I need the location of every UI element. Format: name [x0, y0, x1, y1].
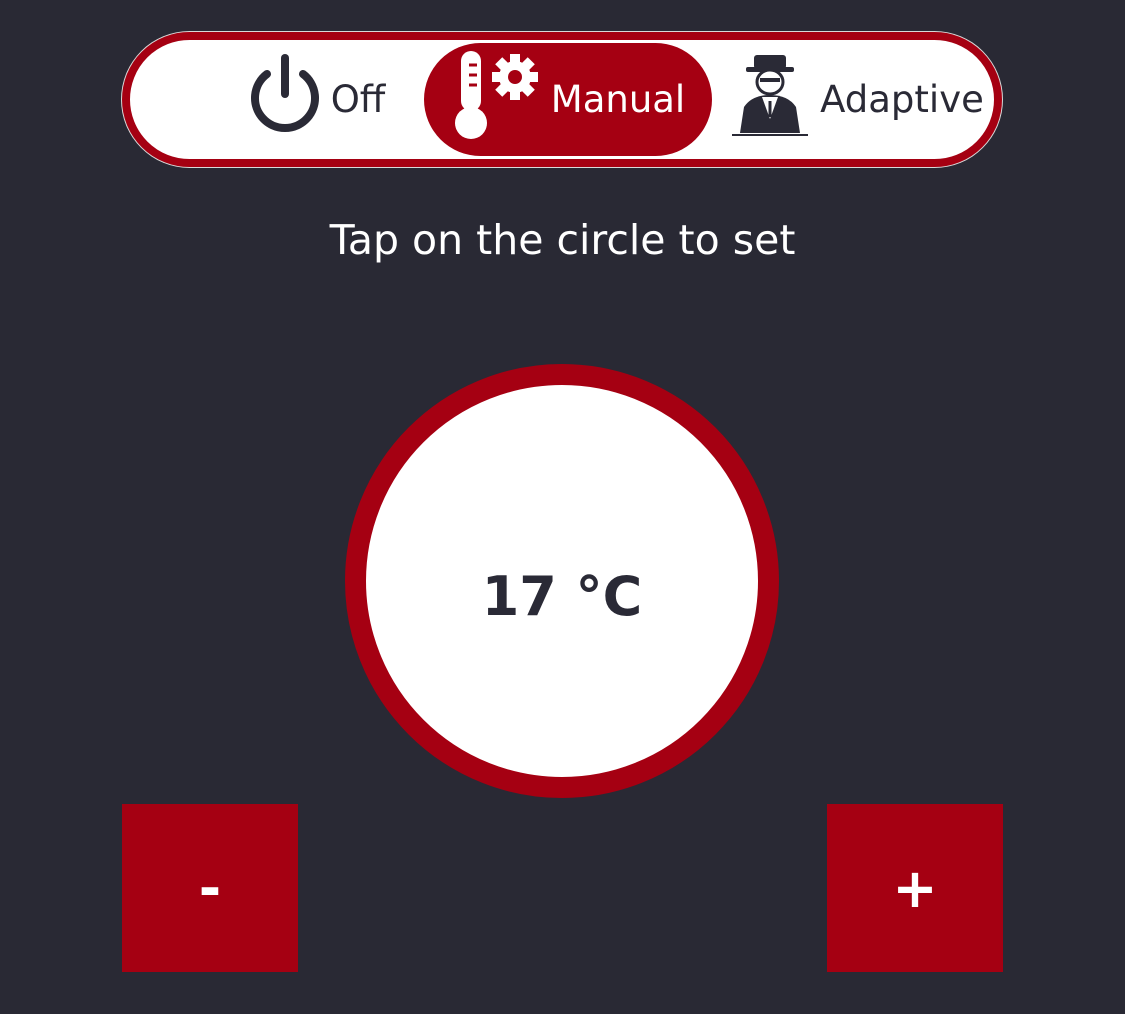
power-icon — [245, 52, 325, 147]
mode-off-button[interactable]: Off — [200, 43, 430, 156]
mode-adaptive-button[interactable]: Adaptive — [720, 43, 990, 156]
mode-off-label: Off — [330, 78, 386, 121]
increase-temperature-button[interactable]: + — [827, 804, 1003, 972]
temperature-value: 17 °C — [481, 564, 643, 628]
mode-selector: Off Manual Adaptive — [122, 32, 1002, 167]
mode-manual-label: Manual — [550, 78, 686, 121]
detective-icon — [726, 49, 814, 150]
thermometer-gear-icon — [451, 47, 547, 152]
temperature-dial[interactable]: 17 °C — [345, 364, 779, 798]
mode-manual-button[interactable]: Manual — [424, 43, 712, 156]
instruction-text: Tap on the circle to set — [329, 216, 796, 264]
decrease-temperature-button[interactable]: - — [122, 804, 298, 972]
mode-adaptive-label: Adaptive — [820, 78, 984, 121]
thermostat-screen: Off Manual Adaptive Tap on the circle to… — [0, 0, 1125, 1014]
